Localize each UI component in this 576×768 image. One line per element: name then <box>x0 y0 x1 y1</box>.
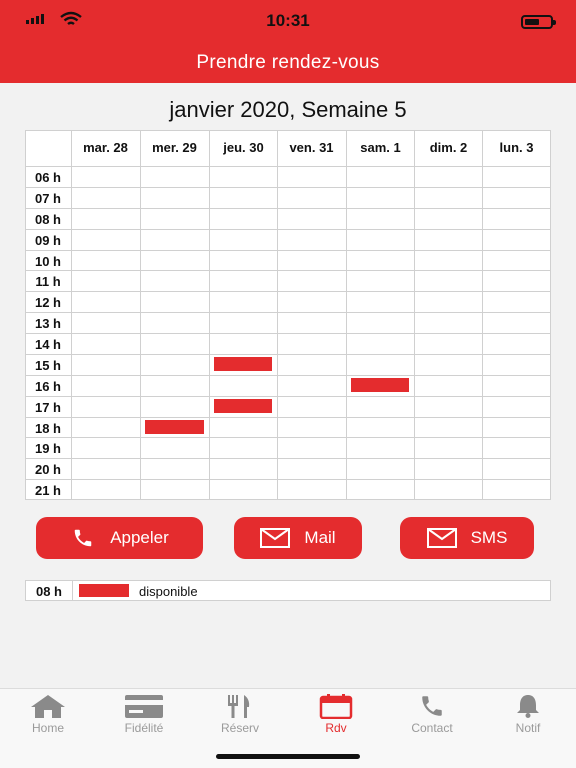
hour-label: 11 h <box>35 274 61 289</box>
hour-label: 17 h <box>34 400 61 415</box>
week-title: janvier 2020, Semaine 5 <box>169 97 407 122</box>
legend-swatch <box>79 584 129 597</box>
grid-column-line <box>140 130 141 500</box>
day-header: mer. 29 <box>152 140 197 155</box>
grid-row-line <box>25 396 551 397</box>
tab-label: Rdv <box>325 721 347 735</box>
day-header: lun. 3 <box>499 140 534 155</box>
grid-row-line <box>25 166 551 167</box>
hour-label: 10 h <box>34 254 61 269</box>
call-button[interactable]: Appeler <box>36 517 203 559</box>
status-time: 10:31 <box>266 11 310 30</box>
cutlery-icon <box>228 695 250 718</box>
app-header: 10:31 Prendre rendez-vous <box>0 0 576 83</box>
tab-rdv[interactable]: Rdv <box>288 693 384 735</box>
hour-label: 14 h <box>34 337 61 352</box>
sms-button[interactable]: SMS <box>400 517 534 559</box>
battery-icon <box>521 15 556 29</box>
grid-row-line <box>25 354 551 355</box>
tab-label: Réserv <box>220 721 259 735</box>
tab-label: Notif <box>515 721 541 735</box>
hour-label: 18 h <box>34 421 61 436</box>
grid-row-line <box>25 417 551 418</box>
legend: 08 h disponible <box>25 580 551 601</box>
hour-label: 09 h <box>34 233 61 248</box>
hour-label: 07 h <box>34 191 61 206</box>
hour-label: 20 h <box>34 462 61 477</box>
day-header: dim. 2 <box>429 140 468 155</box>
hour-label: 08 h <box>34 212 61 227</box>
tab-contact[interactable]: Contact <box>384 693 480 735</box>
grid-row-line <box>25 208 551 209</box>
hour-label: 15 h <box>34 358 61 373</box>
week-calendar-grid: mar. 28 mer. 29 jeu. 30 ven. 31 sam. 1 dim. 2… <box>25 130 551 500</box>
grid-column-line <box>209 130 210 500</box>
legend-hour: 08 h <box>35 584 62 599</box>
grid-row-line <box>25 333 551 334</box>
grid-row-line <box>25 270 551 271</box>
legend-text: disponible <box>139 584 198 599</box>
grid-row-line <box>25 130 551 131</box>
grid-column-line <box>346 130 347 500</box>
phone-icon <box>422 696 442 716</box>
available-slot[interactable] <box>214 357 272 371</box>
available-slot[interactable] <box>351 378 409 392</box>
hour-label: 06 h <box>34 170 61 185</box>
available-slot[interactable] <box>214 399 272 413</box>
grid-row-line <box>25 479 551 480</box>
hour-label: 12 h <box>34 295 61 310</box>
tab-label: Home <box>31 721 64 735</box>
available-slot[interactable] <box>145 420 204 434</box>
grid-row-line <box>25 187 551 188</box>
calendar-icon <box>319 694 353 719</box>
page-title: Prendre rendez-vous <box>196 52 380 73</box>
legend-divider <box>72 581 73 600</box>
grid-row-line <box>25 229 551 230</box>
tab-label: Contact <box>411 721 453 735</box>
grid-row-line <box>25 312 551 313</box>
grid-column-line <box>550 130 551 500</box>
mail-button[interactable]: Mail <box>234 517 362 559</box>
hour-label: 21 h <box>34 483 61 498</box>
phone-icon <box>74 529 92 547</box>
grid-column-line <box>277 130 278 500</box>
grid-column-line <box>71 130 72 500</box>
grid-row-line <box>25 458 551 459</box>
home-icon <box>31 695 65 718</box>
hour-label: 16 h <box>34 379 61 394</box>
grid-row-line <box>25 375 551 376</box>
day-header: mar. 28 <box>83 140 128 155</box>
grid-row-line <box>25 437 551 438</box>
mail-button-label: Mail <box>304 528 336 547</box>
day-header: ven. 31 <box>289 140 334 155</box>
day-header: sam. 1 <box>360 140 401 155</box>
tab-label: Fidélité <box>124 721 164 735</box>
envelope-icon <box>426 528 457 548</box>
hour-label: 19 h <box>34 441 61 456</box>
day-header: jeu. 30 <box>223 140 264 155</box>
grid-column-line <box>414 130 415 500</box>
hour-label: 13 h <box>34 316 61 331</box>
sms-button-label: SMS <box>470 528 508 547</box>
call-button-label: Appeler <box>110 528 169 547</box>
grid-row-line <box>25 499 551 500</box>
tab-home[interactable]: Home <box>0 693 96 735</box>
card-icon <box>125 695 163 718</box>
home-indicator <box>216 754 360 759</box>
grid-column-line <box>482 130 483 500</box>
tab-reserv[interactable]: Réserv <box>192 693 288 735</box>
envelope-icon <box>260 528 291 548</box>
grid-row-line <box>25 291 551 292</box>
tab-fidelite[interactable]: Fidélité <box>96 693 192 735</box>
grid-row-line <box>25 250 551 251</box>
bell-icon <box>517 695 539 718</box>
tab-notif[interactable]: Notif <box>480 693 576 735</box>
